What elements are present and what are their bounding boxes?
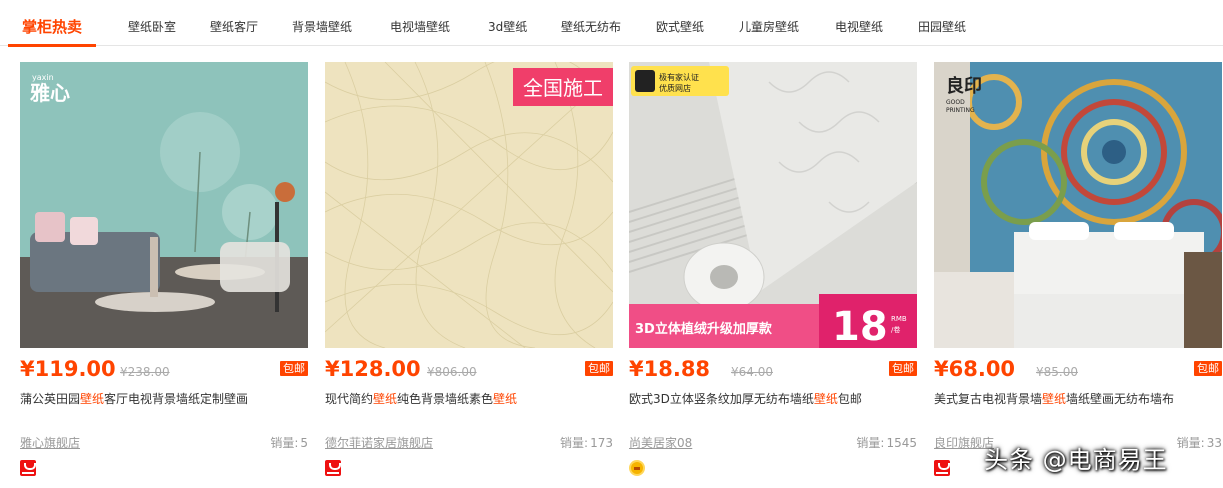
- category-tab-bar: 掌柜热卖 壁纸卧室 壁纸客厅 背景墙壁纸 电视墙壁纸 3d壁纸 壁纸无纺布 欧式…: [0, 0, 1223, 47]
- product-title[interactable]: 蒲公英田园壁纸客厅电视背景墙纸定制壁画: [20, 392, 290, 407]
- original-price: ¥64.00: [731, 365, 773, 379]
- original-price: ¥806.00: [427, 365, 477, 379]
- price-row: ¥18.88 ¥64.00 包邮: [629, 357, 917, 385]
- promo-banner-price: 18: [832, 304, 888, 348]
- brand-logo-sub: PRINTING: [946, 107, 975, 114]
- sales-count: 销量: 1545: [856, 436, 917, 450]
- tab-3d-wallpaper[interactable]: 3d壁纸: [488, 0, 527, 46]
- promo-banner-text: 3D立体植绒升级加厚款: [635, 321, 773, 337]
- tab-tv-wallpaper[interactable]: 电视壁纸: [835, 0, 883, 46]
- tab-kids-room-wallpaper[interactable]: 儿童房壁纸: [739, 0, 799, 46]
- price: ¥119.00: [20, 357, 116, 381]
- tmall-icon: [934, 460, 950, 476]
- price-row: ¥128.00 ¥806.00 包邮: [325, 357, 613, 385]
- free-shipping-badge: 包邮: [280, 361, 308, 376]
- free-shipping-badge: 包邮: [889, 361, 917, 376]
- product-card[interactable]: 良印 GOOD PRINTING ¥68.00 ¥85.00 包邮 美式复古电视…: [934, 62, 1222, 482]
- promo-banner-unit: /卷: [891, 325, 900, 334]
- tab-hot-sale[interactable]: 掌柜热卖: [7, 0, 97, 47]
- tab-tv-wall-wallpaper[interactable]: 电视墙壁纸: [390, 0, 450, 46]
- shop-link[interactable]: 德尔菲诺家居旗舰店: [325, 434, 433, 451]
- shop-link[interactable]: 尚美居家08: [629, 434, 692, 451]
- sales-count: 销量: 33: [1176, 436, 1222, 450]
- product-title[interactable]: 美式复古电视背景墙壁纸墙纸壁画无纺布墙布: [934, 392, 1204, 407]
- product-image[interactable]: 极有家认证 优质网店 3D立体植绒升级加厚款 18 RMB /卷: [629, 62, 917, 348]
- service-tag: 全国施工: [523, 76, 603, 100]
- tab-background-wall-wallpaper[interactable]: 背景墙壁纸: [292, 0, 352, 46]
- watermark: 头条 @电商易王: [984, 446, 1168, 474]
- original-price: ¥85.00: [1036, 365, 1078, 379]
- keyword-highlight: 壁纸: [373, 392, 398, 406]
- gold-crown-icon: [629, 460, 645, 476]
- keyword-highlight: 壁纸: [813, 392, 838, 406]
- brand-logo-sub: GOOD: [946, 99, 965, 106]
- price-row: ¥119.00 ¥238.00 包邮: [20, 357, 308, 385]
- tab-nonwoven-wallpaper[interactable]: 壁纸无纺布: [561, 0, 621, 46]
- price: ¥18.88: [629, 357, 711, 381]
- free-shipping-badge: 包邮: [585, 361, 613, 376]
- brand-logo-text: 雅心: [30, 81, 70, 105]
- sales-count: 销量: 173: [560, 436, 613, 450]
- product-card[interactable]: 极有家认证 优质网店 3D立体植绒升级加厚款 18 RMB /卷 ¥18.88 …: [629, 62, 917, 482]
- product-image[interactable]: 良印 GOOD PRINTING: [934, 62, 1222, 348]
- tab-living-room-wallpaper[interactable]: 壁纸客厅: [210, 0, 258, 46]
- keyword-highlight: 壁纸: [80, 392, 105, 406]
- product-title[interactable]: 现代简约壁纸纯色背景墙纸素色壁纸: [325, 392, 595, 407]
- sales-count: 销量: 5: [270, 436, 308, 450]
- price-row: ¥68.00 ¥85.00 包邮: [934, 357, 1222, 385]
- product-card[interactable]: 全国施工 ¥128.00 ¥806.00 包邮 现代简约壁纸纯色背景墙纸素色壁纸…: [325, 62, 613, 482]
- tmall-icon: [325, 460, 341, 476]
- certified-label: 极有家认证: [659, 72, 699, 82]
- brand-logo-text: 良印: [946, 75, 982, 97]
- tab-pastoral-wallpaper[interactable]: 田园壁纸: [918, 0, 966, 46]
- product-image[interactable]: yaxin 雅心: [20, 62, 308, 348]
- original-price: ¥238.00: [120, 365, 170, 379]
- promo-banner-currency: RMB: [891, 315, 907, 323]
- tmall-icon: [20, 460, 36, 476]
- keyword-highlight: 壁纸: [493, 392, 518, 406]
- tab-bedroom-wallpaper[interactable]: 壁纸卧室: [128, 0, 176, 46]
- certified-sublabel: 优质网店: [659, 83, 691, 93]
- keyword-highlight: 壁纸: [1042, 392, 1067, 406]
- product-image[interactable]: 全国施工: [325, 62, 613, 348]
- shop-link[interactable]: 雅心旗舰店: [20, 434, 80, 451]
- tab-european-wallpaper[interactable]: 欧式壁纸: [656, 0, 704, 46]
- price: ¥128.00: [325, 357, 421, 381]
- price: ¥68.00: [934, 357, 1016, 381]
- free-shipping-badge: 包邮: [1194, 361, 1222, 376]
- product-card[interactable]: yaxin 雅心 ¥119.00 ¥238.00 包邮 蒲公英田园壁纸客厅电视背…: [20, 62, 308, 482]
- product-title[interactable]: 欧式3D立体竖条纹加厚无纺布墙纸壁纸包邮: [629, 392, 899, 407]
